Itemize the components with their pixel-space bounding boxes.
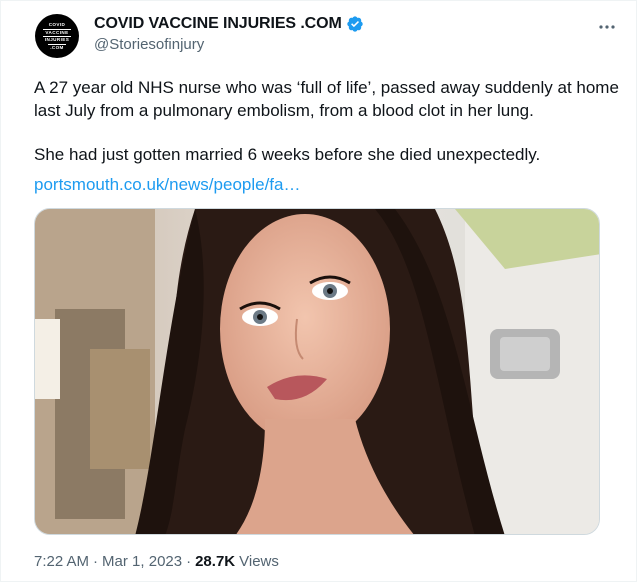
tweet-photo[interactable]	[34, 208, 600, 535]
tweet-time[interactable]: 7:22 AM	[34, 553, 89, 570]
meta-separator-1: ·	[93, 553, 99, 570]
avatar[interactable]: COVID VACCINE INJURIES .COM	[35, 14, 79, 58]
tweet-meta: 7:22 AM · Mar 1, 2023 · 28.7K Views	[34, 553, 279, 570]
avatar-line-1: COVID	[48, 22, 66, 27]
verified-badge-icon	[346, 15, 364, 33]
author-name-row[interactable]: COVID VACCINE INJURIES .COM	[94, 15, 364, 33]
avatar-line-3: INJURIES	[42, 36, 72, 42]
article-link[interactable]: portsmouth.co.uk/news/people/fa…	[34, 175, 300, 195]
tweet-paragraph-2: She had just gotten married 6 weeks befo…	[34, 145, 541, 164]
avatar-line-4: .COM	[48, 43, 66, 50]
tweet-card[interactable]: COVID VACCINE INJURIES .COM COVID VACCIN…	[0, 0, 637, 582]
views-count[interactable]: 28.7K	[195, 553, 235, 570]
photo-image	[35, 209, 599, 534]
tweet-date[interactable]: Mar 1, 2023	[102, 553, 182, 570]
display-name[interactable]: COVID VACCINE INJURIES .COM	[94, 15, 342, 33]
author-handle[interactable]: @Storiesofinjury	[94, 36, 204, 53]
more-options-icon[interactable]	[597, 17, 617, 37]
tweet-paragraph-1: A 27 year old NHS nurse who was ‘full of…	[34, 78, 619, 120]
avatar-line-2: VACCINE	[43, 28, 71, 35]
tweet-text: A 27 year old NHS nurse who was ‘full of…	[34, 77, 619, 167]
avatar-logo: COVID VACCINE INJURIES .COM	[42, 22, 72, 50]
meta-separator-2: ·	[186, 553, 192, 570]
views-label: Views	[239, 553, 279, 570]
